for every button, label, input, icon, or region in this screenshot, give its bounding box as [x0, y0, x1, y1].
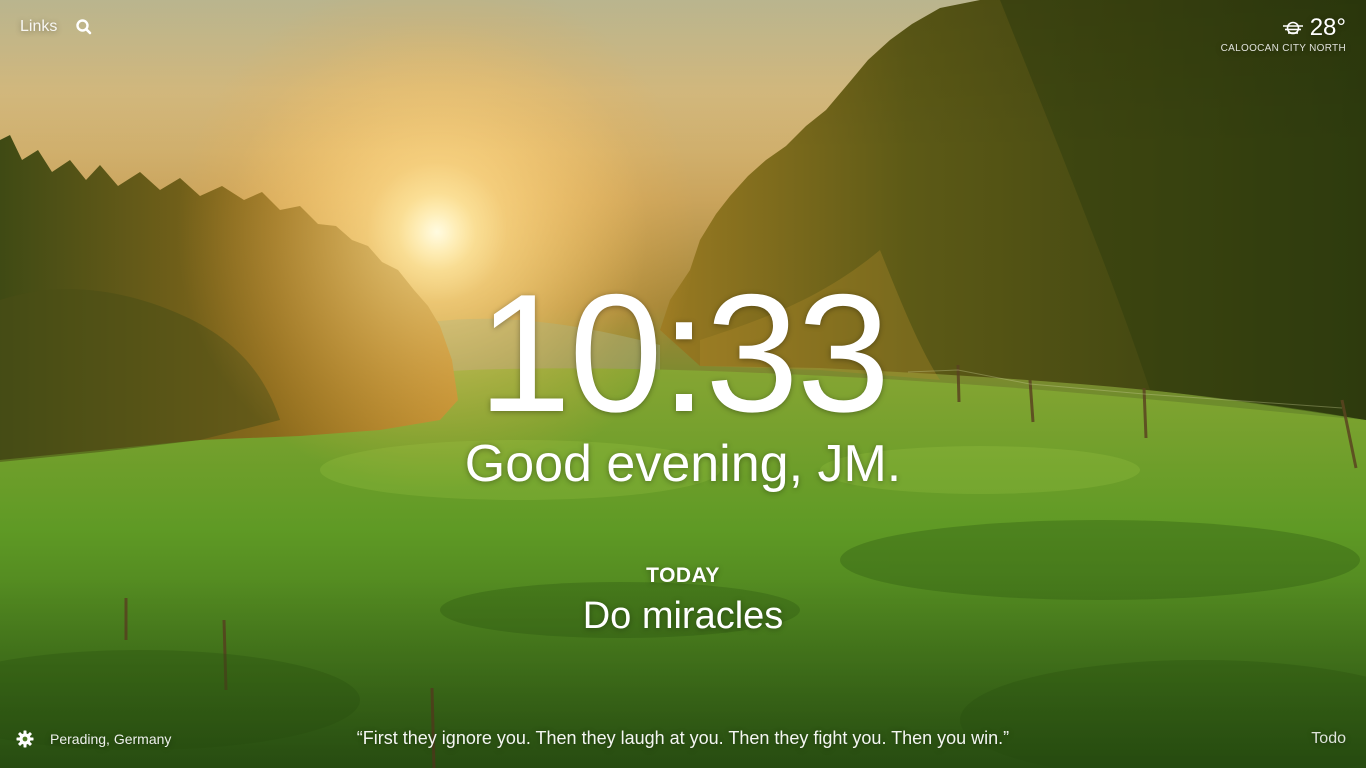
- todo-button[interactable]: Todo: [1311, 730, 1346, 748]
- clock-time[interactable]: 10:33: [0, 268, 1366, 438]
- weather-widget[interactable]: 28° CALOOCAN CITY NORTH: [1221, 14, 1346, 54]
- haze-icon: [1282, 20, 1304, 36]
- top-left-toolbar: Links: [20, 18, 93, 36]
- focus-heading: TODAY: [646, 564, 720, 587]
- weather-temperature: 28°: [1309, 14, 1346, 41]
- links-button[interactable]: Links: [20, 18, 57, 36]
- dashboard-background: Links 28° CALOOCAN CITY NORTH 10:33 Good…: [0, 0, 1366, 768]
- weather-location: CALOOCAN CITY NORTH: [1220, 43, 1346, 54]
- quote-text[interactable]: “First they ignore you. Then they laugh …: [0, 728, 1366, 749]
- search-icon[interactable]: [75, 18, 93, 36]
- center-panel: 10:33 Good evening, JM. TODAY Do miracle…: [0, 268, 1366, 638]
- focus-text[interactable]: Do miracles: [0, 594, 1366, 638]
- greeting-text[interactable]: Good evening, JM.: [0, 434, 1366, 494]
- weather-row: 28°: [1221, 14, 1346, 42]
